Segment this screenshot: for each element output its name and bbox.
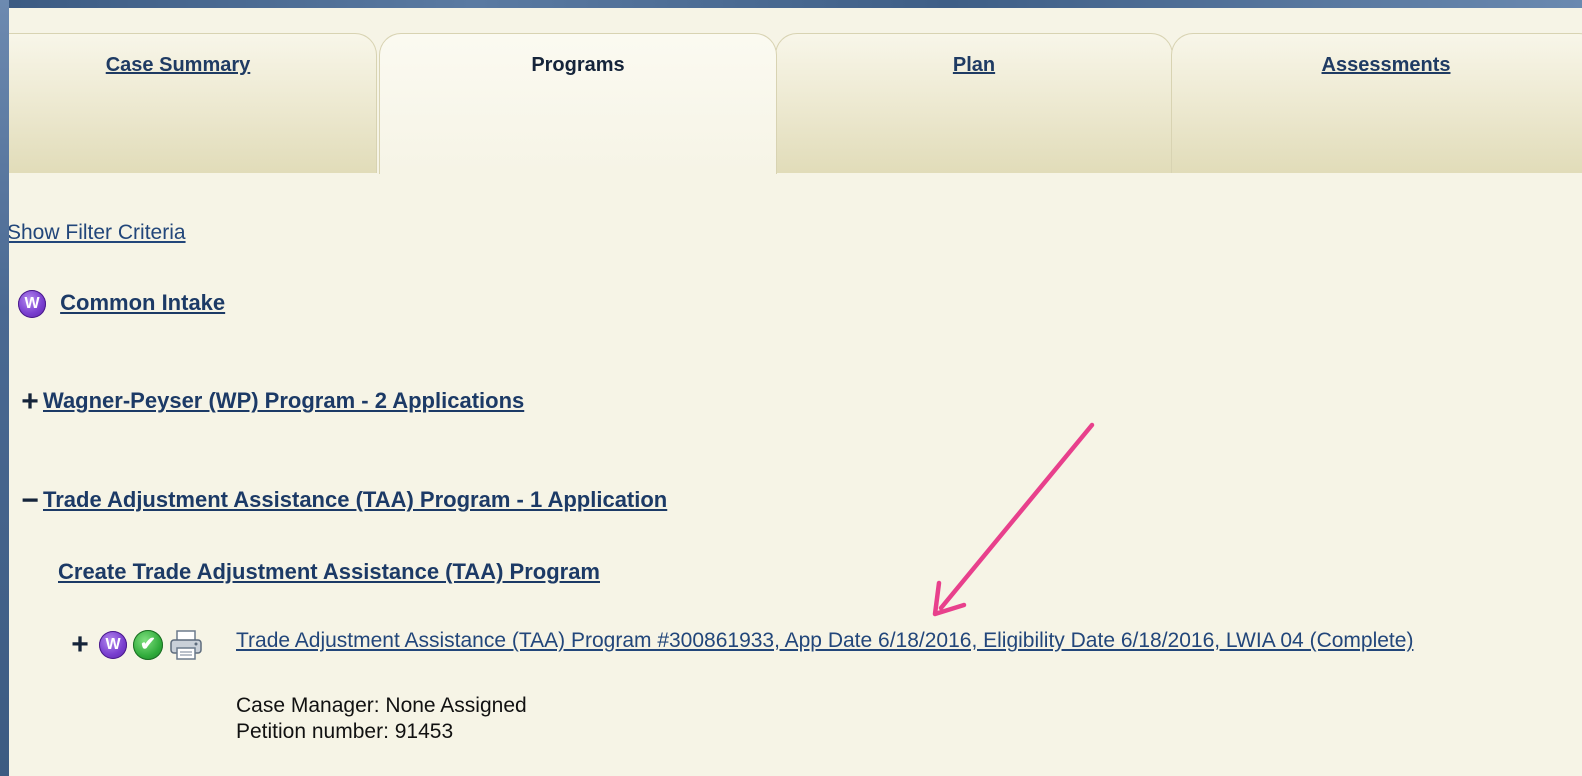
window-left-border	[0, 0, 9, 776]
case-manager-text: Case Manager: None Assigned	[236, 694, 527, 717]
show-filter-criteria-link[interactable]: Show Filter Criteria	[9, 221, 186, 245]
programs-panel: Case Summary Plan Assessments Programs S…	[9, 8, 1582, 776]
tab-case-summary[interactable]: Case Summary	[9, 33, 377, 173]
plus-icon[interactable]: +	[67, 630, 93, 660]
taa-row: − Trade Adjustment Assistance (TAA) Progr…	[17, 486, 667, 516]
petition-number-text: Petition number: 91453	[236, 720, 454, 743]
tab-plan[interactable]: Plan	[775, 33, 1173, 173]
checkmark-icon[interactable]: ✔	[133, 630, 163, 660]
common-intake-link[interactable]: Common Intake	[60, 290, 225, 315]
tab-programs-label: Programs	[531, 54, 625, 76]
create-taa-row: Create Trade Adjustment Assistance (TAA)…	[58, 559, 600, 585]
tab-assessments[interactable]: Assessments	[1171, 33, 1582, 173]
tab-case-summary-label[interactable]: Case Summary	[106, 54, 251, 77]
w-badge-icon[interactable]: W	[99, 631, 127, 659]
printer-icon[interactable]	[169, 629, 203, 661]
tab-assessments-label[interactable]: Assessments	[1322, 54, 1451, 77]
plus-icon[interactable]: +	[17, 387, 43, 417]
minus-icon[interactable]: −	[17, 486, 43, 516]
tab-plan-label[interactable]: Plan	[953, 54, 995, 77]
common-intake-row: W Common Intake	[18, 290, 225, 319]
create-taa-program-link[interactable]: Create Trade Adjustment Assistance (TAA)…	[58, 559, 600, 584]
taa-link[interactable]: Trade Adjustment Assistance (TAA) Progra…	[43, 487, 667, 512]
taa-application-link[interactable]: Trade Adjustment Assistance (TAA) Progra…	[236, 627, 1476, 655]
application-actions: + W ✔	[67, 629, 203, 661]
window-top-border	[0, 0, 1582, 8]
tab-programs[interactable]: Programs	[379, 33, 777, 174]
wagner-peyser-link[interactable]: Wagner-Peyser (WP) Program - 2 Applicati…	[43, 388, 524, 413]
w-badge-icon[interactable]: W	[18, 290, 46, 319]
wagner-peyser-row: + Wagner-Peyser (WP) Program - 2 Applicat…	[17, 387, 524, 417]
